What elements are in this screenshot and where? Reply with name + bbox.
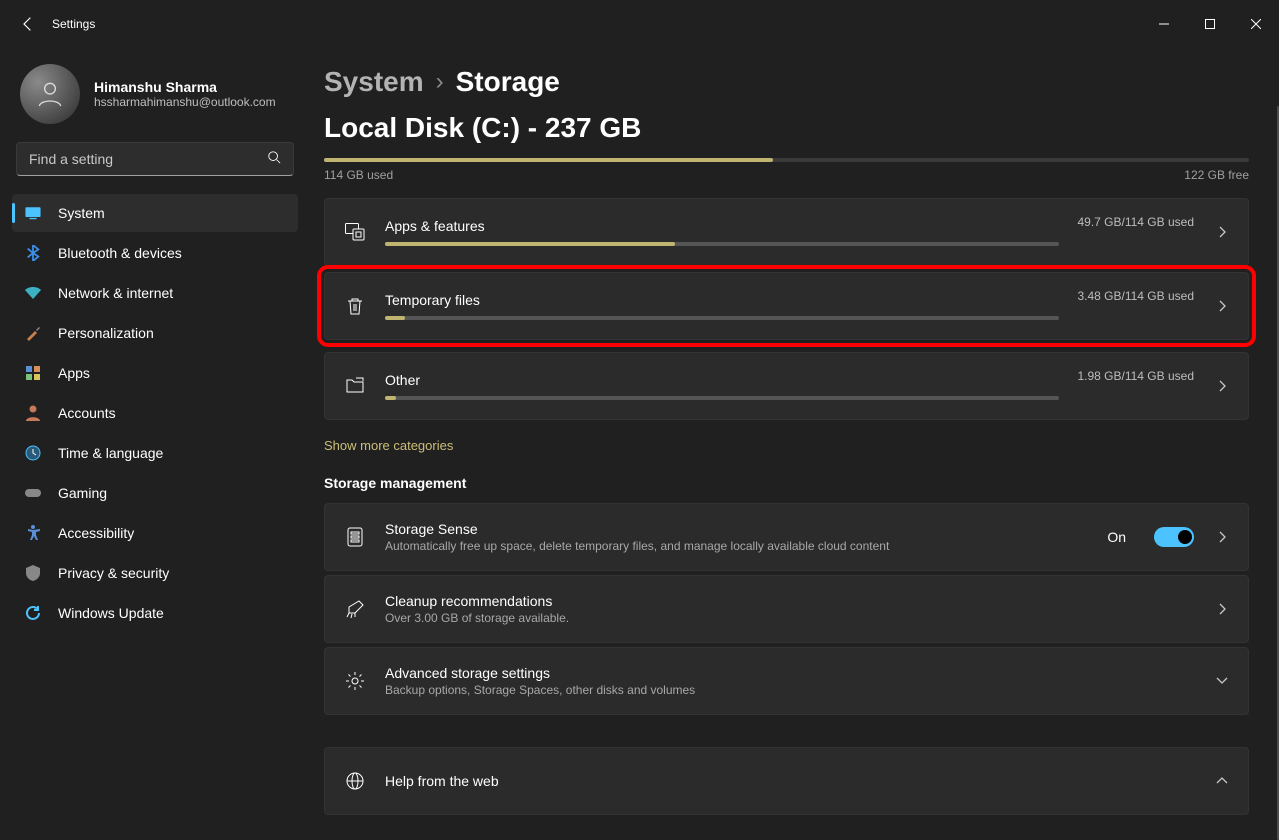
shield-icon xyxy=(24,564,42,582)
chevron-right-icon: › xyxy=(436,68,444,96)
user-email: hssharmahimanshu@outlook.com xyxy=(94,95,276,109)
category-bar xyxy=(385,396,1059,400)
category-title: Temporary files xyxy=(385,292,1059,308)
search-input[interactable] xyxy=(29,151,267,167)
card-subtitle: Automatically free up space, delete temp… xyxy=(385,539,1089,553)
breadcrumb: System › Storage xyxy=(324,66,1249,98)
clock-icon xyxy=(24,444,42,462)
chevron-right-icon xyxy=(1212,226,1232,238)
system-icon xyxy=(24,204,42,222)
category-usage: 1.98 GB/114 GB used xyxy=(1077,369,1194,383)
nav: System Bluetooth & devices Network & int… xyxy=(12,194,298,632)
category-bar xyxy=(385,316,1059,320)
chevron-right-icon xyxy=(1212,531,1232,543)
storage-sense-toggle[interactable] xyxy=(1154,527,1194,547)
storage-sense-card[interactable]: Storage Sense Automatically free up spac… xyxy=(324,503,1249,571)
nav-label: Apps xyxy=(58,365,90,381)
category-title: Other xyxy=(385,372,1059,388)
storage-management-heading: Storage management xyxy=(324,475,1249,491)
nav-item-privacy[interactable]: Privacy & security xyxy=(12,554,298,592)
nav-label: Windows Update xyxy=(58,605,164,621)
apps-icon xyxy=(24,364,42,382)
nav-label: Accounts xyxy=(58,405,116,421)
chevron-right-icon xyxy=(1212,300,1232,312)
nav-item-system[interactable]: System xyxy=(12,194,298,232)
nav-item-network[interactable]: Network & internet xyxy=(12,274,298,312)
breadcrumb-parent[interactable]: System xyxy=(324,66,424,98)
brush-icon xyxy=(24,324,42,342)
card-title: Help from the web xyxy=(385,773,1194,789)
nav-label: Accessibility xyxy=(58,525,134,541)
update-icon xyxy=(24,604,42,622)
disk-usage-bar xyxy=(324,158,1249,162)
nav-label: Time & language xyxy=(58,445,163,461)
main-content: System › Storage Local Disk (C:) - 237 G… xyxy=(310,48,1279,840)
window-title: Settings xyxy=(52,17,95,31)
help-card[interactable]: Help from the web xyxy=(324,747,1249,815)
trash-icon xyxy=(343,296,367,316)
sidebar: Himanshu Sharma hssharmahimanshu@outlook… xyxy=(0,48,310,840)
search-icon xyxy=(267,150,281,169)
category-temporary-files[interactable]: Temporary files 3.48 GB/114 GB used xyxy=(324,272,1249,340)
disk-used-label: 114 GB used xyxy=(324,168,393,182)
chevron-up-icon xyxy=(1212,777,1232,785)
nav-label: Bluetooth & devices xyxy=(58,245,182,261)
nav-label: Privacy & security xyxy=(58,565,169,581)
card-subtitle: Backup options, Storage Spaces, other di… xyxy=(385,683,1194,697)
chevron-right-icon xyxy=(1212,603,1232,615)
category-usage: 49.7 GB/114 GB used xyxy=(1077,215,1194,229)
cleanup-card[interactable]: Cleanup recommendations Over 3.00 GB of … xyxy=(324,575,1249,643)
nav-item-time[interactable]: Time & language xyxy=(12,434,298,472)
nav-item-apps[interactable]: Apps xyxy=(12,354,298,392)
search-box[interactable] xyxy=(16,142,294,176)
card-title: Cleanup recommendations xyxy=(385,593,1194,609)
nav-label: System xyxy=(58,205,105,221)
minimize-button[interactable] xyxy=(1141,8,1187,40)
user-name: Himanshu Sharma xyxy=(94,79,276,95)
apps-features-icon xyxy=(343,223,367,241)
category-title: Apps & features xyxy=(385,218,1059,234)
category-usage: 3.48 GB/114 GB used xyxy=(1077,289,1194,303)
titlebar: Settings xyxy=(0,0,1279,48)
category-other[interactable]: Other 1.98 GB/114 GB used xyxy=(324,352,1249,420)
maximize-button[interactable] xyxy=(1187,8,1233,40)
person-icon xyxy=(24,404,42,422)
category-apps-features[interactable]: Apps & features 49.7 GB/114 GB used xyxy=(324,198,1249,266)
disk-free-label: 122 GB free xyxy=(1184,168,1249,182)
close-button[interactable] xyxy=(1233,8,1279,40)
card-title: Advanced storage settings xyxy=(385,665,1194,681)
breadcrumb-current: Storage xyxy=(456,66,560,98)
globe-icon xyxy=(343,771,367,791)
advanced-storage-card[interactable]: Advanced storage settings Backup options… xyxy=(324,647,1249,715)
nav-item-update[interactable]: Windows Update xyxy=(12,594,298,632)
nav-label: Network & internet xyxy=(58,285,173,301)
bluetooth-icon xyxy=(24,244,42,262)
storage-sense-icon xyxy=(343,527,367,547)
card-subtitle: Over 3.00 GB of storage available. xyxy=(385,611,1194,625)
disk-title: Local Disk (C:) - 237 GB xyxy=(324,112,1249,144)
nav-item-gaming[interactable]: Gaming xyxy=(12,474,298,512)
folder-icon xyxy=(343,377,367,395)
show-more-categories-link[interactable]: Show more categories xyxy=(324,438,453,453)
card-title: Storage Sense xyxy=(385,521,1089,537)
gear-icon xyxy=(343,671,367,691)
nav-item-accounts[interactable]: Accounts xyxy=(12,394,298,432)
wifi-icon xyxy=(24,284,42,302)
chevron-right-icon xyxy=(1212,380,1232,392)
profile-block[interactable]: Himanshu Sharma hssharmahimanshu@outlook… xyxy=(12,60,298,142)
nav-item-bluetooth[interactable]: Bluetooth & devices xyxy=(12,234,298,272)
nav-item-accessibility[interactable]: Accessibility xyxy=(12,514,298,552)
toggle-state-label: On xyxy=(1107,529,1126,545)
nav-label: Personalization xyxy=(58,325,154,341)
nav-label: Gaming xyxy=(58,485,107,501)
back-button[interactable] xyxy=(8,4,48,44)
gamepad-icon xyxy=(24,484,42,502)
chevron-down-icon xyxy=(1212,677,1232,685)
avatar xyxy=(20,64,80,124)
category-bar xyxy=(385,242,1059,246)
nav-item-personalization[interactable]: Personalization xyxy=(12,314,298,352)
accessibility-icon xyxy=(24,524,42,542)
broom-icon xyxy=(343,599,367,619)
